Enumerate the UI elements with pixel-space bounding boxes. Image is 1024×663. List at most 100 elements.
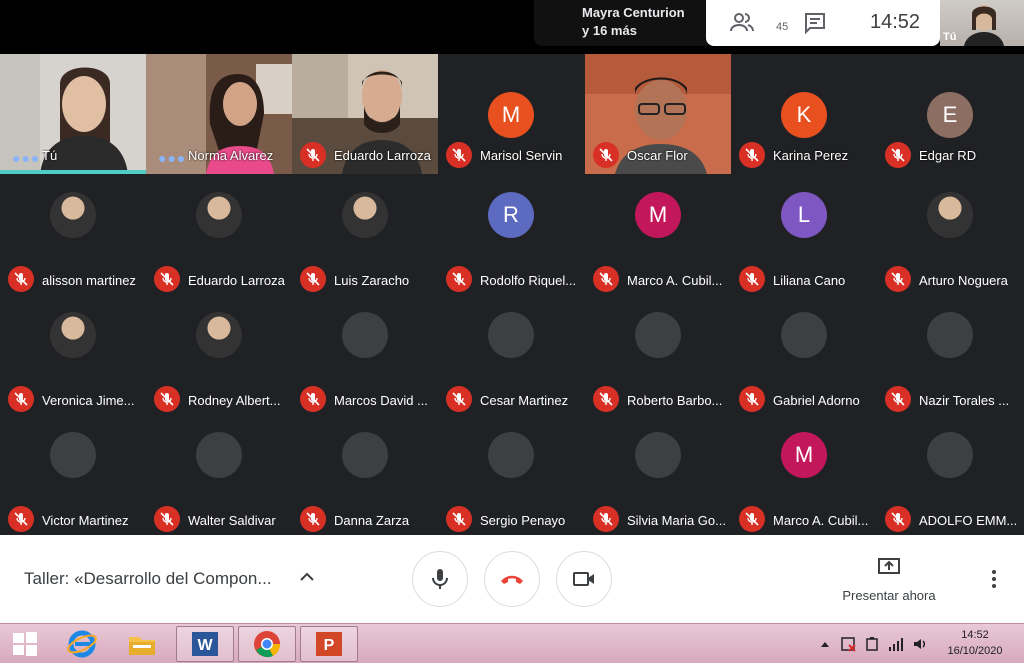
tile-name: Cesar Martinez <box>480 393 569 408</box>
tile-name: Marco A. Cubil... <box>773 513 869 528</box>
avatar-initial: M <box>501 102 521 127</box>
hang-up-icon <box>501 575 523 584</box>
speaker-more: y 16 más <box>582 23 637 38</box>
power-icon[interactable] <box>864 636 880 652</box>
network-icon[interactable] <box>888 636 904 652</box>
taskbar-powerpoint[interactable]: P <box>300 626 358 662</box>
control-bar: Taller: «Desarrollo del Compon... Presen… <box>0 535 1024 623</box>
tile-name: Roberto Barbo... <box>627 393 723 408</box>
mic-off-icon <box>306 272 320 286</box>
participant-tile[interactable]: Danna Zarza <box>292 414 438 534</box>
participant-avatar-placeholder <box>50 432 96 478</box>
self-view-label: Tú <box>943 31 957 43</box>
participant-tile[interactable]: alisson martinez <box>0 174 146 294</box>
participant-tile[interactable]: R Rodolfo Riquel... <box>438 174 584 294</box>
participant-avatar-placeholder <box>781 312 827 358</box>
tile-name: Rodney Albert... <box>188 393 281 408</box>
taskbar-file-explorer[interactable] <box>122 626 162 662</box>
mic-off-icon <box>306 392 320 406</box>
participant-avatar: M <box>635 192 681 238</box>
participant-tile[interactable]: Roberto Barbo... <box>585 294 731 414</box>
tile-name: ADOLFO EMM... <box>919 513 1018 528</box>
participant-tile[interactable]: Victor Martinez <box>0 414 146 534</box>
mic-muted-indicator <box>739 386 765 412</box>
self-view-thumbnail[interactable]: Tú <box>940 0 1024 46</box>
mic-muted-indicator <box>154 506 180 532</box>
present-icon <box>878 558 900 574</box>
windows-taskbar: W P 14:52 16/10/2020 <box>0 623 1024 663</box>
participant-avatar-placeholder <box>635 312 681 358</box>
taskbar-word[interactable]: W <box>176 626 234 662</box>
mic-off-icon <box>14 272 28 286</box>
tile-name: Eduardo Larroza <box>188 273 285 288</box>
participant-tile[interactable]: Walter Saldivar <box>146 414 292 534</box>
participant-avatar-placeholder <box>342 312 388 358</box>
action-center-icon[interactable] <box>840 636 856 652</box>
camera-button[interactable] <box>556 551 612 607</box>
mic-muted-indicator <box>885 506 911 532</box>
taskbar-date[interactable]: 16/10/2020 <box>940 645 1010 657</box>
video-tile[interactable]: K Karina Perez <box>731 54 877 174</box>
mic-muted-indicator <box>300 266 326 292</box>
participant-tile[interactable]: Arturo Noguera <box>877 174 1023 294</box>
present-now-button[interactable]: Presentar ahora <box>836 557 942 603</box>
mic-off-icon <box>452 272 466 286</box>
tile-name: Tú <box>42 148 58 163</box>
speaker-name: Mayra Centurion <box>582 5 685 20</box>
participant-tile[interactable]: Silvia Maria Go... <box>585 414 731 534</box>
tile-name: Danna Zarza <box>334 513 410 528</box>
start-button[interactable] <box>8 626 42 662</box>
avatar-initial: M <box>648 202 668 227</box>
video-tile[interactable]: M Marisol Servin <box>438 54 584 174</box>
mic-muted-indicator <box>8 506 34 532</box>
participant-tile[interactable]: Marcos David ... <box>292 294 438 414</box>
mic-button[interactable] <box>412 551 468 607</box>
participant-avatar: M <box>488 92 534 138</box>
mic-off-icon <box>745 512 759 526</box>
participant-tile[interactable]: Rodney Albert... <box>146 294 292 414</box>
meeting-title[interactable]: Taller: «Desarrollo del Compon... <box>24 569 272 589</box>
video-tile[interactable]: Oscar Flor <box>585 54 731 174</box>
mic-off-icon <box>14 512 28 526</box>
participant-tile[interactable]: Luis Zaracho <box>292 174 438 294</box>
tray-expand-icon[interactable] <box>820 640 830 648</box>
hang-up-button[interactable] <box>484 551 540 607</box>
mic-off-icon <box>452 148 466 162</box>
participant-tile[interactable]: M Marco A. Cubil... <box>731 414 877 534</box>
participant-tile[interactable]: Cesar Martinez <box>438 294 584 414</box>
participant-avatar-placeholder <box>488 432 534 478</box>
mic-off-icon <box>14 392 28 406</box>
svg-text:W: W <box>197 637 213 654</box>
mic-muted-indicator <box>885 386 911 412</box>
avatar-initial: K <box>796 102 812 127</box>
taskbar-time[interactable]: 14:52 <box>940 629 1010 641</box>
video-tile[interactable]: ●●● Norma Alvarez <box>146 54 292 174</box>
video-tile-self[interactable]: ●●● Tú <box>0 54 146 174</box>
participant-tile[interactable]: Veronica Jime... <box>0 294 146 414</box>
participant-tile[interactable]: Sergio Penayo <box>438 414 584 534</box>
participant-tile[interactable]: Eduardo Larroza <box>146 174 292 294</box>
taskbar-chrome[interactable] <box>238 626 296 662</box>
participant-tile[interactable]: Nazir Torales ... <box>877 294 1023 414</box>
tile-name: Marisol Servin <box>480 148 563 163</box>
participant-avatar: R <box>488 192 534 238</box>
participant-tile[interactable]: L Liliana Cano <box>731 174 877 294</box>
chat-icon <box>805 13 825 35</box>
tile-name: Walter Saldivar <box>188 513 276 528</box>
participant-avatar <box>927 192 973 238</box>
participant-tile[interactable]: Gabriel Adorno <box>731 294 877 414</box>
people-button[interactable]: 45 <box>730 11 788 35</box>
tile-name: Luis Zaracho <box>334 273 410 288</box>
chevron-up-icon[interactable] <box>297 567 317 587</box>
present-label: Presentar ahora <box>842 588 936 603</box>
more-options-icon[interactable] <box>984 567 1004 591</box>
participant-tile[interactable]: M Marco A. Cubil... <box>585 174 731 294</box>
tile-name: Liliana Cano <box>773 273 846 288</box>
participant-tile[interactable]: ADOLFO EMM... <box>877 414 1023 534</box>
volume-icon[interactable] <box>912 636 928 652</box>
video-tile[interactable]: Eduardo Larroza <box>292 54 438 174</box>
video-tile[interactable]: E Edgar RD <box>877 54 1023 174</box>
taskbar-internet-explorer[interactable] <box>62 626 102 662</box>
mic-muted-indicator <box>300 506 326 532</box>
chat-button[interactable] <box>804 12 828 35</box>
